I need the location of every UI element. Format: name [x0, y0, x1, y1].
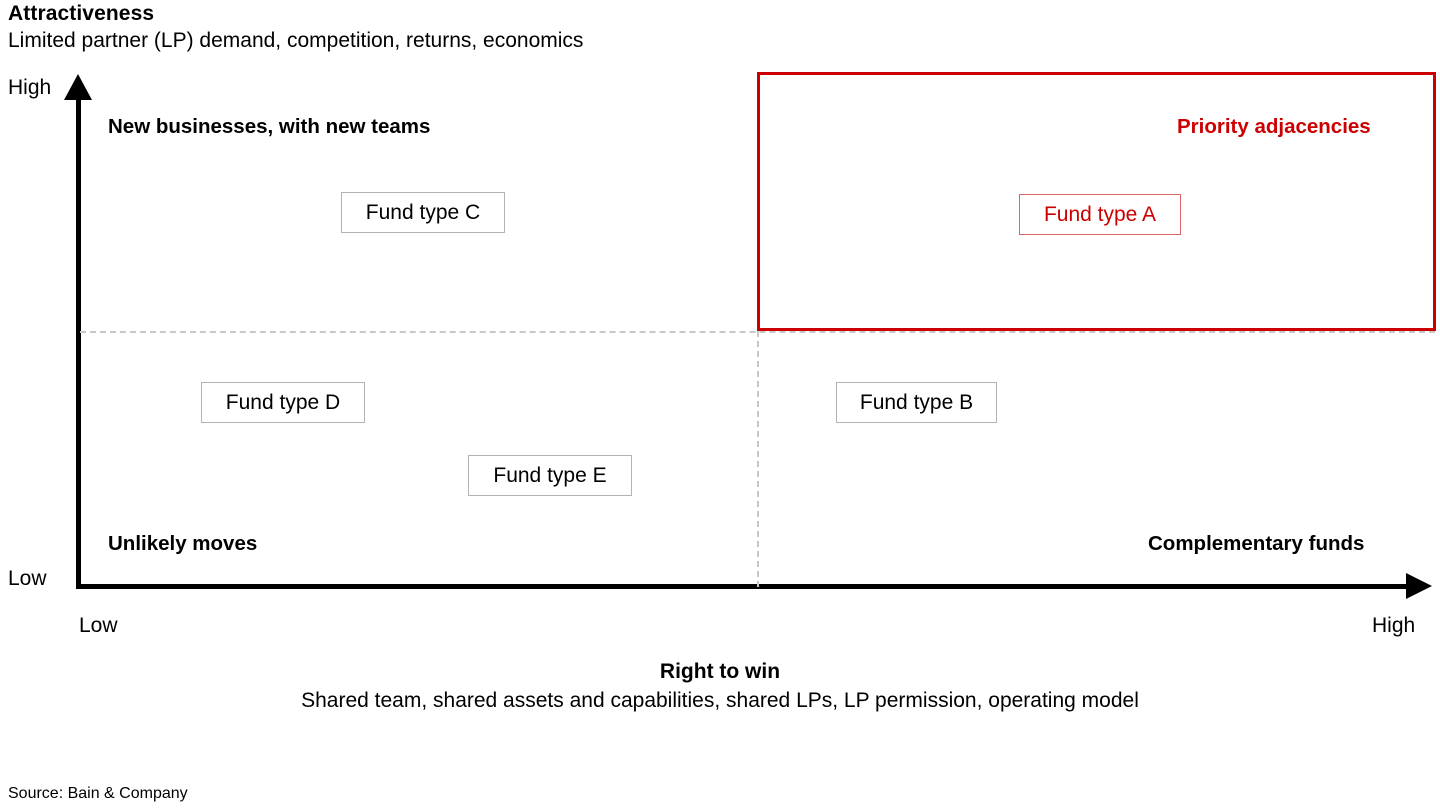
y-axis-line — [76, 92, 81, 588]
quadrant-label-top-right: Priority adjacencies — [1177, 115, 1371, 138]
quadrant-label-top-left: New businesses, with new teams — [108, 115, 431, 138]
quadrant-label-bottom-right: Complementary funds — [1148, 532, 1365, 555]
y-axis-low-label: Low — [8, 567, 47, 590]
y-axis-arrow-icon — [64, 74, 92, 100]
marker-fund-type-a[interactable]: Fund type A — [1019, 194, 1181, 235]
x-axis-low-label: Low — [79, 614, 118, 637]
y-axis-subtitle: Limited partner (LP) demand, competition… — [8, 29, 584, 52]
chart-canvas: Attractiveness Limited partner (LP) dema… — [0, 0, 1440, 810]
y-axis-title: Attractiveness — [8, 2, 155, 25]
source-note: Source: Bain & Company — [8, 785, 188, 802]
x-axis-line — [76, 584, 1413, 589]
x-axis-arrow-icon — [1406, 573, 1432, 599]
x-axis-title: Right to win — [659, 660, 781, 683]
marker-fund-type-c[interactable]: Fund type C — [341, 192, 505, 233]
y-axis-high-label: High — [8, 76, 52, 99]
quadrant-label-bottom-left: Unlikely moves — [108, 532, 258, 555]
x-axis-subtitle: Shared team, shared assets and capabilit… — [301, 689, 1139, 712]
quadrant-divider-vertical — [757, 331, 759, 587]
marker-fund-type-b[interactable]: Fund type B — [836, 382, 997, 423]
x-axis-high-label: High — [1372, 614, 1416, 637]
marker-fund-type-d[interactable]: Fund type D — [201, 382, 365, 423]
marker-fund-type-e[interactable]: Fund type E — [468, 455, 632, 496]
